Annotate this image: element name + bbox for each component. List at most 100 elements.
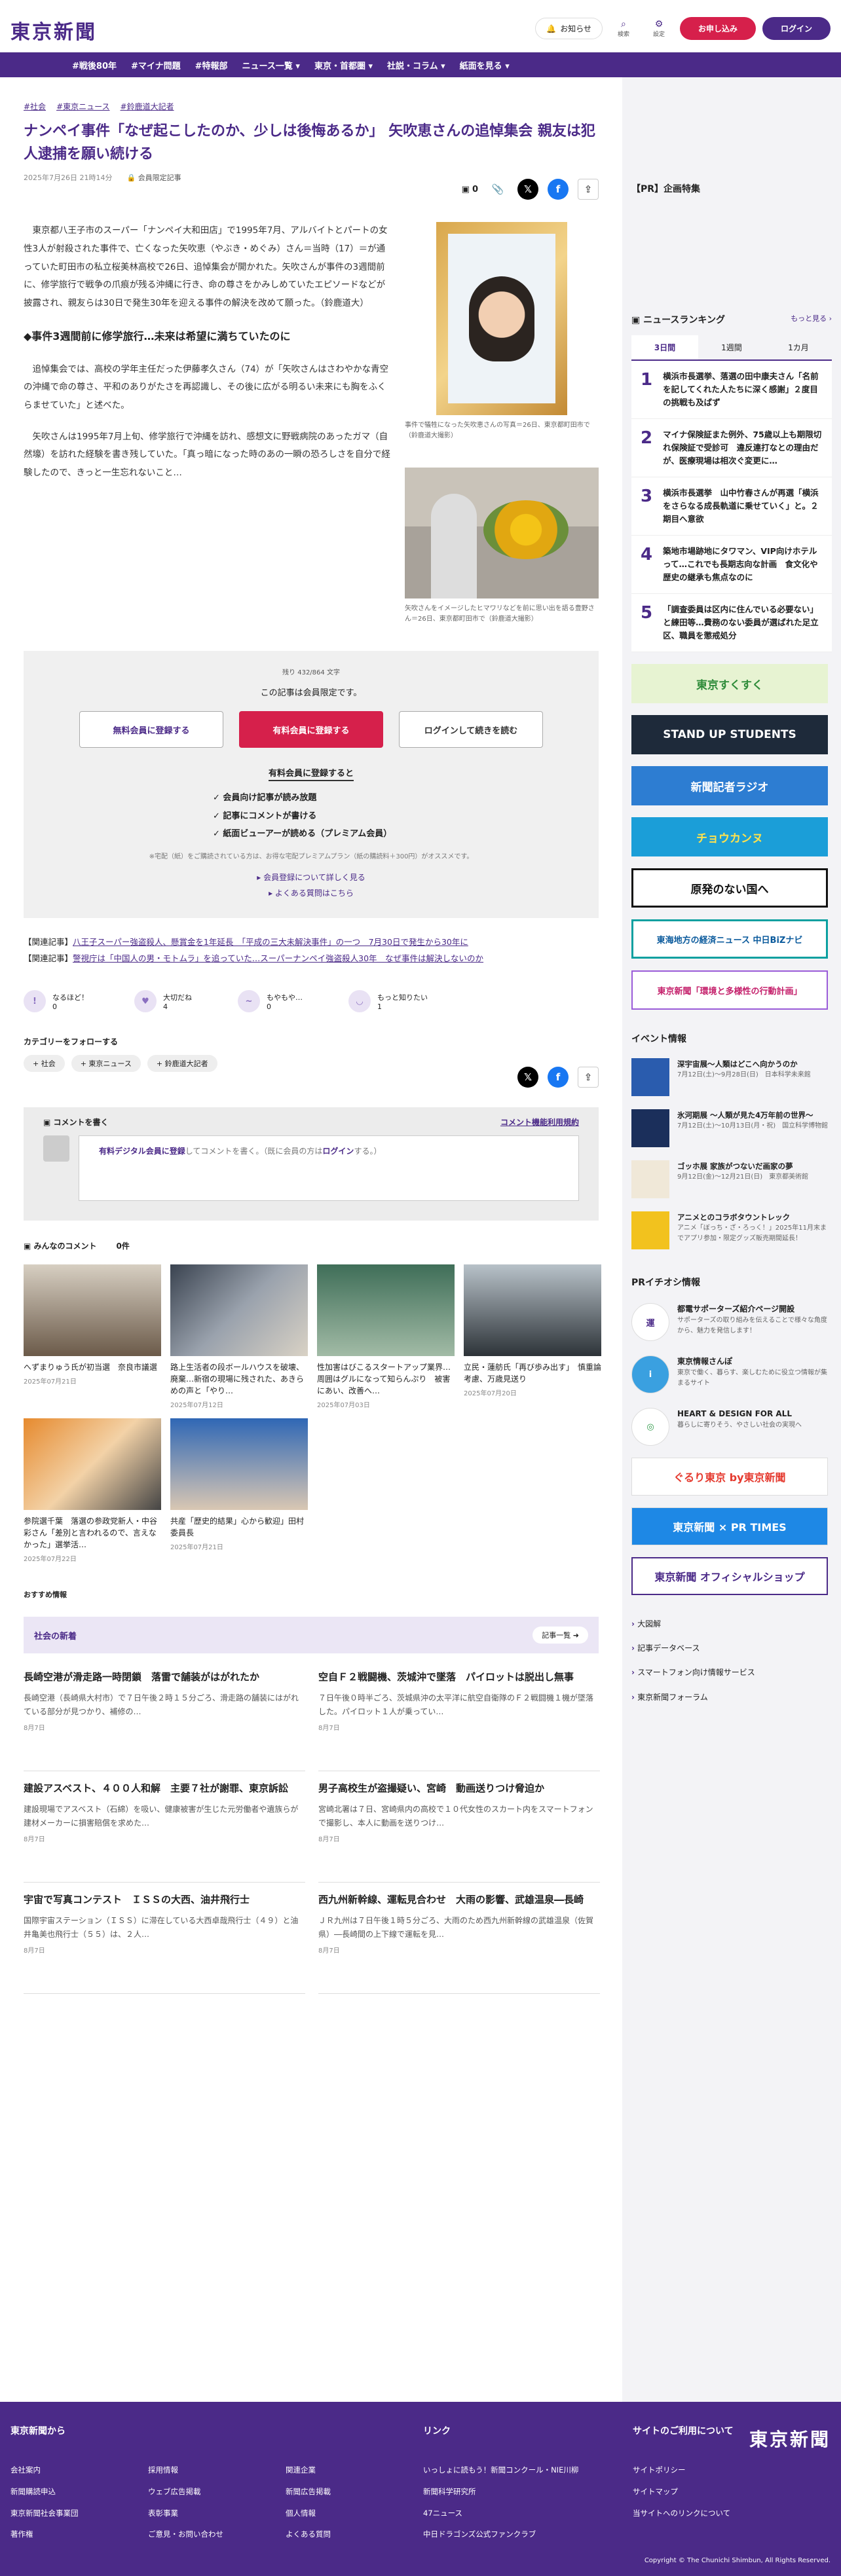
news-item[interactable]: 宇宙で写真コンテスト ＩＳＳの大西、油井飛行士 国際宇宙ステーション（ＩＳＳ）に滞… <box>24 1883 305 1995</box>
memorial-photo[interactable] <box>405 468 599 599</box>
footer-link[interactable]: 採用情報 <box>148 2459 286 2481</box>
footer-link[interactable]: 表彰事業 <box>148 2503 286 2524</box>
footer-logo[interactable]: 東京新聞 <box>749 2425 831 2452</box>
comment-article-card[interactable]: 共産「歴史的結果」心から歓迎」田村委員長 2025年07月21日 <box>170 1418 308 1563</box>
comment-login-link[interactable]: ログイン <box>322 1147 354 1156</box>
news-item[interactable]: 長崎空港が滑走路一時閉鎖 落雷で舗装がはがれたか 長崎空港（長崎県大村市）で７日午… <box>24 1660 305 1772</box>
share-icon[interactable]: ⇪ <box>578 179 599 200</box>
apply-button[interactable]: お申し込み <box>679 17 756 40</box>
clip-icon[interactable]: 📎 <box>487 179 508 200</box>
follow-tag[interactable]: + 東京ニュース <box>71 1055 141 1073</box>
x-share-icon[interactable]: 𝕏 <box>517 179 538 200</box>
footer-link[interactable]: 当サイトへのリンクについて <box>633 2503 764 2524</box>
footer-link[interactable]: 会社案内 <box>10 2459 148 2481</box>
nav-item[interactable]: #特報部 <box>195 59 228 71</box>
search-button[interactable]: ⌕ 検索 <box>609 19 638 38</box>
footer-link[interactable]: 新聞購読申込 <box>10 2481 148 2503</box>
footer-link[interactable]: 関連企業 <box>286 2459 417 2481</box>
login-button[interactable]: ログイン <box>762 17 831 40</box>
register-digital-link[interactable]: 有料デジタル会員に登録 <box>99 1147 185 1156</box>
nav-item[interactable]: #マイナ問題 <box>131 59 181 71</box>
notice-button[interactable]: 🔔 お知らせ <box>535 18 603 39</box>
sidebar-link[interactable]: 記事データベース <box>631 1636 832 1661</box>
site-logo[interactable]: 東京新聞 <box>10 16 97 45</box>
faq-link[interactable]: ▸ よくある質問はこちら <box>269 889 354 898</box>
tab-1week[interactable]: 1週間 <box>698 335 765 359</box>
nav-item[interactable]: 東京・首都圏 ▾ <box>314 59 373 71</box>
footer-link[interactable]: 東京新聞社会事業団 <box>10 2503 148 2524</box>
pr-item[interactable]: i 東京情報さんぽ 東京で働く、暮らす、楽しむために役立つ情報が集まるサイト <box>631 1355 832 1393</box>
footer-link[interactable]: 47ニュース <box>423 2503 633 2524</box>
footer-link[interactable]: サイトポリシー <box>633 2459 764 2481</box>
footer-link[interactable]: 個人情報 <box>286 2503 417 2524</box>
comment-input[interactable]: 有料デジタル会員に登録してコメントを書く。（既に会員の方はログインする。） <box>79 1135 579 1202</box>
reaction-moyamoya[interactable]: ~ もやもや… 0 <box>238 990 303 1013</box>
x-share-icon[interactable]: 𝕏 <box>517 1067 538 1088</box>
prtimes-banner[interactable]: 東京新聞 × PR TIMES <box>631 1507 828 1545</box>
ranking-item[interactable]: 5 「調査委員は区内に住んでいる必要ない」と練田等…費務のない委員が選ばれた足立区… <box>631 594 832 652</box>
footer-link[interactable]: 新聞広告掲載 <box>286 2481 417 2503</box>
footer-link[interactable]: ウェブ広告掲載 <box>148 2481 286 2503</box>
footer-link[interactable]: 中日ドラゴンズ公式ファンクラブ <box>423 2524 633 2545</box>
comment-article-card[interactable]: 参院選千葉 落選の参政党新人・中谷彩さん「差別と言われるので、言えなかった」選挙… <box>24 1418 161 1563</box>
nav-item[interactable]: 社説・コラム ▾ <box>387 59 445 71</box>
chunichi-biz-banner[interactable]: 東海地方の経済ニュース 中日BiZナビ <box>631 919 828 959</box>
footer-link[interactable]: いっしょに読もう！新聞コンクール・NIE川柳 <box>423 2459 633 2481</box>
reporter-radio-banner[interactable]: 新聞記者ラジオ <box>631 766 828 805</box>
sidebar-link[interactable]: 東京新聞フォーラム <box>631 1685 832 1710</box>
news-item[interactable]: 建設アスベスト、４００人和解 主要７社が謝罪、東京訴訟 建設現場でアスベスト（石綿… <box>24 1771 305 1883</box>
free-register-button[interactable]: 無料会員に登録する <box>79 711 223 748</box>
sukusuku-banner[interactable]: 東京すくすく <box>631 664 828 703</box>
nav-item[interactable]: #戦後80年 <box>72 59 117 71</box>
comment-article-card[interactable]: 性加害はびこるスタートアップ業界…周囲はグルになって知らんぷり 被害にあい、改善… <box>317 1264 455 1409</box>
reaction-taisetsu[interactable]: ♥ 大切だね 4 <box>134 990 192 1013</box>
footer-link[interactable]: ご意見・お問い合わせ <box>148 2524 286 2545</box>
ranking-item[interactable]: 1 横浜市長選挙、落選の田中康夫さん「名前を記してくれた人たちに深く感謝」２度目の… <box>631 361 832 419</box>
portrait-photo[interactable] <box>436 222 567 416</box>
official-shop-banner[interactable]: 東京新聞 オフィシャルショップ <box>631 1557 828 1595</box>
tag-link[interactable]: #東京ニュース <box>56 101 109 112</box>
login-to-read-button[interactable]: ログインして続きを読む <box>399 711 543 748</box>
footer-link[interactable]: よくある質問 <box>286 2524 417 2545</box>
reaction-naruhodo[interactable]: ! なるほど！ 0 <box>24 990 88 1013</box>
facebook-share-icon[interactable]: f <box>548 1067 569 1088</box>
comment-article-card[interactable]: へずまりゅう氏が初当選 奈良市議選 2025年07月21日 <box>24 1264 161 1409</box>
society-more-button[interactable]: 記事一覧 ➜ <box>533 1627 588 1644</box>
footer-link[interactable]: サイトマップ <box>633 2481 764 2503</box>
follow-tag[interactable]: + 鈴鹿道大記者 <box>147 1055 217 1073</box>
follow-tag[interactable]: + 社会 <box>24 1055 65 1073</box>
footer-link[interactable]: 新聞科学研究所 <box>423 2481 633 2503</box>
event-item[interactable]: 氷河期展 〜人類が見た4万年前の世界〜 7月12日(土)〜10月13日(月・祝) … <box>631 1109 832 1147</box>
news-item[interactable]: 男子高校生が盗撮疑い、宮崎 動画送りつけ脅迫か 宮崎北署は７日、宮崎県内の高校で１… <box>318 1771 600 1883</box>
settings-button[interactable]: ⚙ 設定 <box>645 19 673 38</box>
sidebar-link[interactable]: 大図解 <box>631 1612 832 1636</box>
choukannu-banner[interactable]: チョウカンヌ <box>631 817 828 856</box>
facebook-share-icon[interactable]: f <box>548 179 569 200</box>
standup-students-banner[interactable]: STAND UP STUDENTS <box>631 715 828 754</box>
no-nuclear-banner[interactable]: 原発のない国へ <box>631 868 828 908</box>
footer-link[interactable]: 著作権 <box>10 2524 148 2545</box>
diversity-plan-banner[interactable]: 東京新聞「環境と多様性の行動計画」 <box>631 970 828 1010</box>
nav-item[interactable]: 紙面を見る ▾ <box>460 59 510 71</box>
comment-count-button[interactable]: ▣ 0 <box>462 185 478 194</box>
nav-item[interactable]: ニュース一覧 ▾ <box>242 59 300 71</box>
ranking-item[interactable]: 4 築地市場跡地にタワマン、VIP向けホテルって…これでも長期志向な計画 食文化や… <box>631 536 832 594</box>
related-link[interactable]: 警視庁は「中国人の男・モトムラ」を追っていた…スーパーナンペイ強盗殺人30年 な… <box>73 953 483 963</box>
ranking-more-link[interactable]: もっと見る › <box>791 313 832 326</box>
comment-rules-link[interactable]: コメント機能利用規約 <box>500 1116 579 1128</box>
membership-details-link[interactable]: ▸ 会員登録について詳しく見る <box>257 873 365 882</box>
tag-link[interactable]: #社会 <box>24 101 46 112</box>
tab-1month[interactable]: 1カ月 <box>765 335 832 359</box>
event-item[interactable]: ゴッホ展 家族がつないだ画家の夢 9月12日(金)〜12月21日(日) 東京都美術… <box>631 1160 832 1198</box>
reaction-motto[interactable]: ◡ もっと知りたい 1 <box>348 990 428 1013</box>
ranking-item[interactable]: 3 横浜市長選挙 山中竹春さんが再選「横浜をさらなる成長軌道に乗せていく」と。２期… <box>631 477 832 536</box>
share-icon[interactable]: ⇪ <box>578 1067 599 1088</box>
pr-item[interactable]: 運都電サポーターズ紹介ページ開設 サポーターズの取り組みを伝えることで様々な角度か… <box>631 1303 832 1341</box>
event-item[interactable]: 深宇宙展〜人類はどこへ向かうのか 7月12日(土)〜9月28日(日) 日本科学未来… <box>631 1058 832 1096</box>
sidebar-link[interactable]: スマートフォン向け情報サービス <box>631 1661 832 1685</box>
comment-article-card[interactable]: 立民・蓮舫氏「再び歩み出す」 慎重論考慮、万歳見送り 2025年07月20日 <box>464 1264 601 1409</box>
related-link[interactable]: 八王子スーパー強盗殺人、懸賞金を1年延長 「平成の三大未解決事件」の一つ 7月3… <box>73 937 468 947</box>
comment-article-card[interactable]: 路上生活者の段ボールハウスを破壊、廃棄…新宿の現場に残された、あきらめの声と「や… <box>170 1264 308 1409</box>
news-item[interactable]: 西九州新幹線、運転見合わせ 大雨の影響、武雄温泉―長崎 ＪＲ九州は７日午後１時５分… <box>318 1883 600 1995</box>
ranking-item[interactable]: 2 マイナ保険証また例外、75歳以上も期限切れ保険証で受診可 違反連打なとの理由だ… <box>631 419 832 477</box>
